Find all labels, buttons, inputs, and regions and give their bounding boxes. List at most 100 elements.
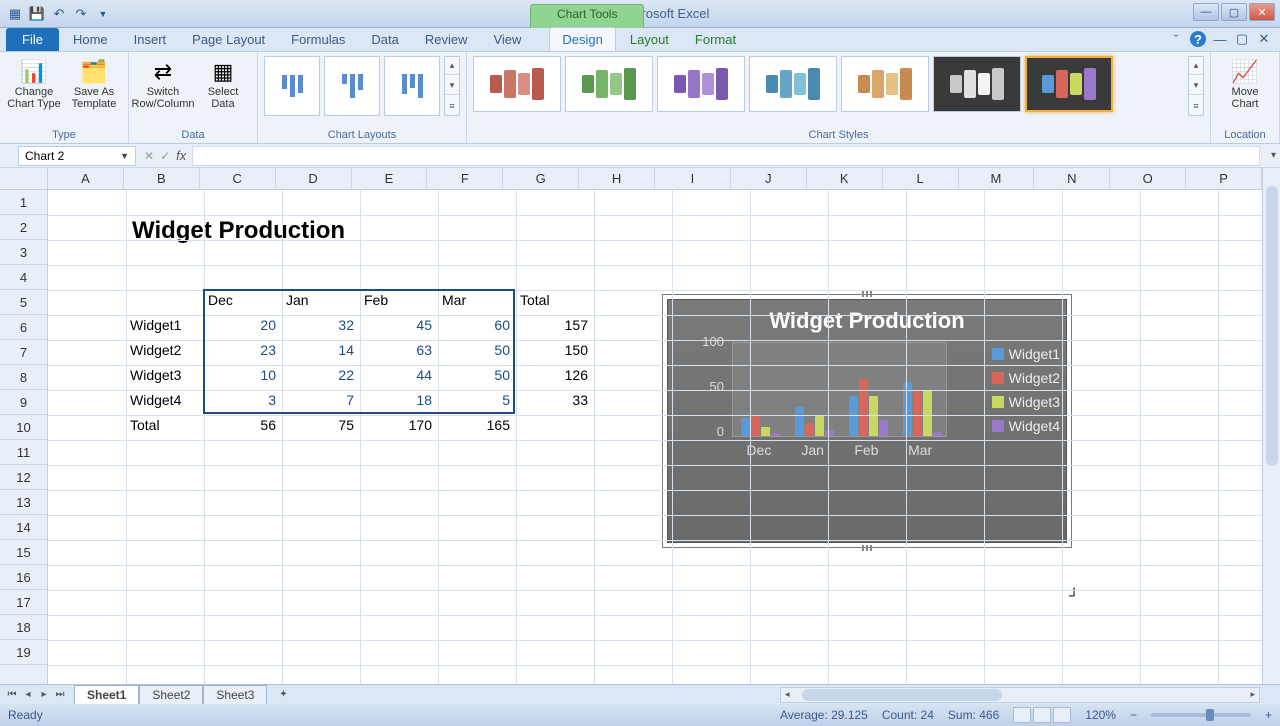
- zoom-slider[interactable]: [1151, 713, 1251, 717]
- move-chart-button[interactable]: 📈 MoveChart: [1217, 56, 1273, 110]
- row-header[interactable]: 18: [0, 615, 47, 640]
- horizontal-scrollbar[interactable]: ◂ ▸: [780, 687, 1260, 703]
- cell[interactable]: 10: [204, 365, 280, 388]
- column-header[interactable]: B: [124, 168, 200, 189]
- formula-input[interactable]: [192, 146, 1260, 166]
- cells-area[interactable]: Widget Production Widget Production 0501…: [48, 190, 1262, 684]
- row-header[interactable]: 8: [0, 365, 47, 390]
- cell[interactable]: 45: [360, 315, 436, 338]
- cell[interactable]: 75: [282, 415, 358, 438]
- cell[interactable]: 165: [438, 415, 514, 438]
- tab-design[interactable]: Design: [549, 27, 615, 51]
- scroll-down-icon[interactable]: ▾: [445, 77, 459, 95]
- column-header[interactable]: J: [731, 168, 807, 189]
- chart-style-2[interactable]: [565, 56, 653, 112]
- row-header[interactable]: 2: [0, 215, 47, 240]
- minimize-ribbon-icon[interactable]: ˇ: [1168, 31, 1184, 47]
- column-header[interactable]: P: [1186, 168, 1262, 189]
- tab-data[interactable]: Data: [359, 28, 410, 51]
- sheet-nav-next-icon[interactable]: ▸: [36, 687, 52, 703]
- cell[interactable]: 33: [516, 390, 592, 413]
- style-scroll-down-icon[interactable]: ▾: [1189, 77, 1203, 95]
- minimize-button[interactable]: —: [1193, 3, 1219, 21]
- row-header[interactable]: 6: [0, 315, 47, 340]
- cell[interactable]: Total: [126, 415, 202, 438]
- cell[interactable]: Jan: [282, 290, 358, 313]
- close-button[interactable]: ✕: [1249, 3, 1275, 21]
- embedded-chart[interactable]: Widget Production 050100 DecJanFebMar Wi…: [662, 294, 1072, 548]
- sheet-tab-sheet2[interactable]: Sheet2: [139, 685, 203, 704]
- cell[interactable]: Widget4: [126, 390, 202, 413]
- cell[interactable]: 150: [516, 340, 592, 363]
- cell[interactable]: 7: [282, 390, 358, 413]
- row-header[interactable]: 9: [0, 390, 47, 415]
- tab-insert[interactable]: Insert: [122, 28, 179, 51]
- cancel-formula-icon[interactable]: ✕: [144, 149, 154, 163]
- chart-layout-3[interactable]: [384, 56, 440, 116]
- row-header[interactable]: 16: [0, 565, 47, 590]
- row-header[interactable]: 17: [0, 590, 47, 615]
- cell[interactable]: 23: [204, 340, 280, 363]
- scroll-up-icon[interactable]: ▴: [445, 57, 459, 75]
- chart-layout-2[interactable]: [324, 56, 380, 116]
- style-gallery-scroll[interactable]: ▴ ▾ ≡: [1188, 56, 1204, 116]
- column-header[interactable]: K: [807, 168, 883, 189]
- column-header[interactable]: F: [427, 168, 503, 189]
- enter-formula-icon[interactable]: ✓: [160, 149, 170, 163]
- row-header[interactable]: 13: [0, 490, 47, 515]
- style-scroll-more-icon[interactable]: ≡: [1189, 97, 1203, 115]
- fx-icon[interactable]: fx: [176, 148, 186, 163]
- chart-style-6[interactable]: [933, 56, 1021, 112]
- name-box[interactable]: Chart 2 ▼: [18, 146, 136, 166]
- row-header[interactable]: 12: [0, 465, 47, 490]
- expand-formula-bar-icon[interactable]: ▾: [1271, 150, 1276, 161]
- help-icon[interactable]: ?: [1190, 31, 1206, 47]
- chart-style-1[interactable]: [473, 56, 561, 112]
- row-header[interactable]: 4: [0, 265, 47, 290]
- row-header[interactable]: 19: [0, 640, 47, 665]
- chart-style-4[interactable]: [749, 56, 837, 112]
- sheet-nav-prev-icon[interactable]: ◂: [20, 687, 36, 703]
- save-icon[interactable]: 💾: [28, 5, 46, 23]
- tab-format[interactable]: Format: [683, 28, 748, 51]
- style-scroll-up-icon[interactable]: ▴: [1189, 57, 1203, 75]
- column-headers[interactable]: ABCDEFGHIJKLMNOP: [48, 168, 1262, 190]
- sheet-nav-last-icon[interactable]: ⏭: [52, 687, 68, 703]
- chart-layout-1[interactable]: [264, 56, 320, 116]
- chart-title[interactable]: Widget Production: [668, 300, 1066, 342]
- wb-restore-icon[interactable]: ▢: [1234, 31, 1250, 47]
- excel-icon[interactable]: ▦: [6, 5, 24, 23]
- name-box-dropdown-icon[interactable]: ▼: [120, 151, 129, 161]
- tab-view[interactable]: View: [481, 28, 533, 51]
- qat-dropdown-icon[interactable]: ▼: [94, 5, 112, 23]
- vertical-scrollbar[interactable]: [1262, 168, 1280, 696]
- cell[interactable]: 50: [438, 365, 514, 388]
- cell[interactable]: Widget2: [126, 340, 202, 363]
- cell[interactable]: Dec: [204, 290, 280, 313]
- chart-style-3[interactable]: [657, 56, 745, 112]
- chart-style-5[interactable]: [841, 56, 929, 112]
- select-data-button[interactable]: ▦ SelectData: [195, 56, 251, 110]
- cell[interactable]: 170: [360, 415, 436, 438]
- cell[interactable]: Widget1: [126, 315, 202, 338]
- cell[interactable]: 22: [282, 365, 358, 388]
- cell[interactable]: 20: [204, 315, 280, 338]
- row-header[interactable]: 10: [0, 415, 47, 440]
- cell[interactable]: 5: [438, 390, 514, 413]
- column-header[interactable]: O: [1110, 168, 1186, 189]
- row-header[interactable]: 11: [0, 440, 47, 465]
- sheet-tab-sheet1[interactable]: Sheet1: [74, 685, 139, 704]
- undo-icon[interactable]: ↶: [50, 5, 68, 23]
- row-header[interactable]: 5: [0, 290, 47, 315]
- chart-style-7[interactable]: [1025, 56, 1113, 112]
- column-header[interactable]: G: [503, 168, 579, 189]
- cell[interactable]: Total: [516, 290, 592, 313]
- row-header[interactable]: 7: [0, 340, 47, 365]
- maximize-button[interactable]: ▢: [1221, 3, 1247, 21]
- column-header[interactable]: M: [959, 168, 1035, 189]
- tab-page-layout[interactable]: Page Layout: [180, 28, 277, 51]
- tab-review[interactable]: Review: [413, 28, 480, 51]
- chart-legend[interactable]: Widget1Widget2Widget3Widget4: [992, 346, 1060, 442]
- sheet-tab-sheet3[interactable]: Sheet3: [203, 685, 267, 704]
- cell[interactable]: 18: [360, 390, 436, 413]
